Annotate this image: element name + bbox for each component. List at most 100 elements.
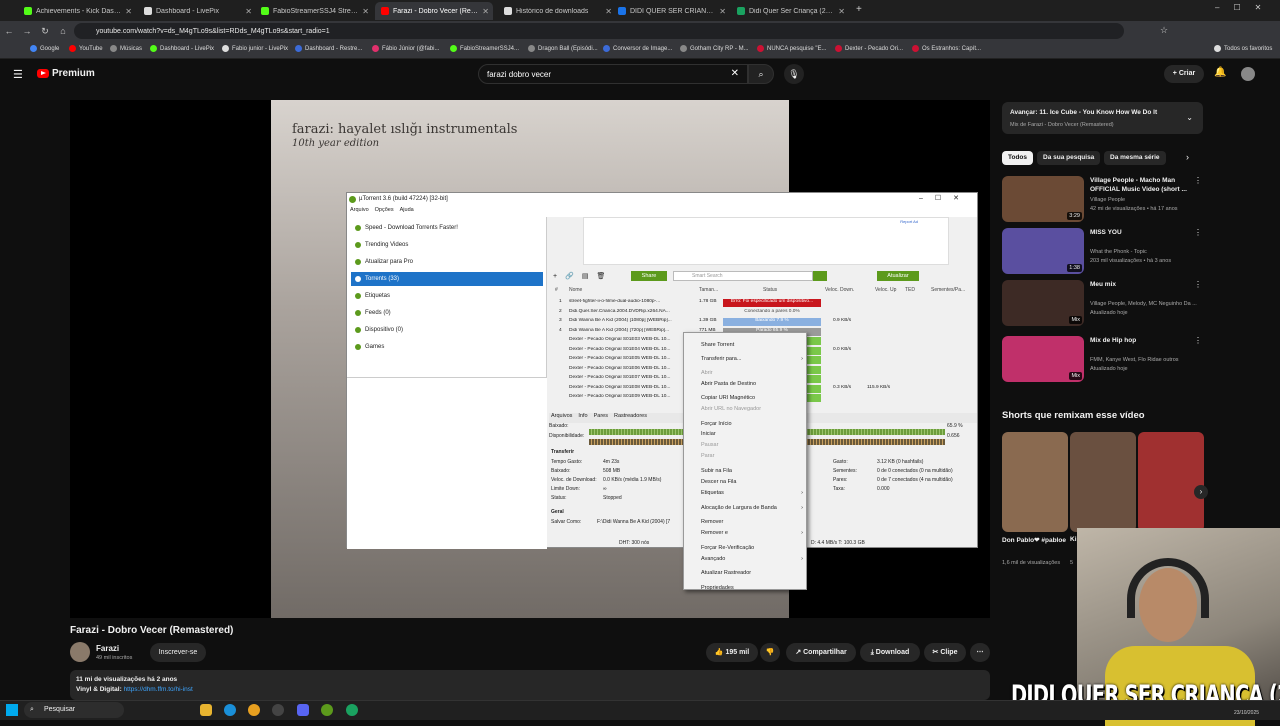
utorrent-nav-item[interactable]: Trending Videos [351,238,543,252]
description-box[interactable]: 11 mi de visualizações há 2 anos Vinyl &… [70,670,990,700]
clear-search-icon[interactable]: ✕ [731,68,739,79]
context-menu-item[interactable]: Etiquetas › [701,490,805,496]
bell-icon[interactable]: 🔔 [1214,67,1226,78]
window-controls[interactable]: –☐✕ [1215,3,1275,12]
close-tab-icon[interactable]: ✕ [125,7,132,16]
utorrent-nav-item[interactable]: Games [351,340,543,354]
bookmark-item[interactable]: Todos os favoritos [1214,45,1272,52]
context-menu-item[interactable]: Alocação de Largura de Banda › [701,505,805,511]
column-header[interactable]: Nome [569,287,582,293]
mic-icon[interactable]: 🎙 [784,64,804,84]
context-menu-item[interactable]: Abrir [701,370,805,376]
shorts-next-button[interactable]: › [1194,485,1208,499]
utorrent-menu-item[interactable]: Arquivo [350,207,369,217]
context-menu-item[interactable]: Remover [701,519,805,525]
chevron-right-icon[interactable]: › [1186,152,1189,162]
close-tab-icon[interactable]: ✕ [245,7,252,16]
chevron-down-icon[interactable]: ⌄ [1186,112,1193,124]
description-link[interactable]: https://dhm.ffm.to/hi-inst [124,686,193,693]
context-menu-item[interactable]: Remover e › [701,530,805,536]
more-actions-button[interactable]: ⋯ [970,643,990,662]
utorrent-nav-item[interactable]: Etiquetas [351,289,543,303]
utorrent-nav-item[interactable]: Feeds (0) [351,306,543,320]
context-menu-item[interactable]: Atualizar Rastreador [701,570,805,576]
browser-tab[interactable]: FabioStreamerSSJ4 Stream - W✕ [255,2,373,20]
url-input[interactable]: youtube.com/watch?v=ds_M4gTLo9s&list=RDd… [74,23,1124,39]
report-ad-link[interactable]: Report Ad [900,219,918,224]
context-menu-item[interactable]: Abrir URL no Navegador [701,406,805,412]
playlist-next-up[interactable]: Avançar: 11. Ice Cube - You Know How We … [1002,102,1203,134]
bookmark-item[interactable]: Fábio Júnior (@fabi... [372,45,439,52]
discord-icon[interactable] [297,704,309,716]
column-header[interactable]: TED [905,287,915,293]
column-header[interactable]: Status [763,287,777,293]
detail-tab[interactable]: Info [578,413,587,423]
utorrent-nav-item[interactable]: Dispositivo (0) [351,323,543,337]
search-input[interactable]: farazi dobro vecer ✕ [478,64,748,84]
more-options-icon[interactable]: ⋮ [1194,176,1202,185]
bookmark-item[interactable]: Conversor de Image... [603,45,672,52]
add-link-icon[interactable]: 🔗 [565,272,574,280]
utorrent-menu-item[interactable]: Opções [375,207,394,217]
context-menu-item[interactable]: Iniciar [701,431,805,437]
column-header[interactable]: Taman... [699,287,718,293]
chrome-icon[interactable] [248,704,260,716]
edge-icon[interactable] [224,704,236,716]
context-menu-item[interactable]: Forçar Re-Verificação [701,545,805,551]
bookmark-item[interactable]: Dragon Ball (Episódi... [528,45,598,52]
detail-tab[interactable]: Pares [594,413,608,423]
context-menu-item[interactable]: Transferir para... › [701,356,805,362]
bookmark-item[interactable]: Músicas [110,45,142,52]
back-icon[interactable]: ← [0,26,18,36]
more-options-icon[interactable]: ⋮ [1194,228,1202,237]
search-button[interactable]: ⌕ [748,64,774,84]
filter-chip[interactable]: Da mesma série [1104,151,1166,165]
reload-icon[interactable]: ↻ [36,26,54,37]
bookmark-item[interactable]: Dexter - Pecado Ori... [835,45,903,52]
windows-start-icon[interactable] [6,704,18,716]
utorrent-taskbar-icon[interactable] [321,704,333,716]
create-button[interactable]: + Criar [1164,65,1204,83]
menu-icon[interactable]: ☰ [13,68,23,81]
short-thumbnail[interactable] [1070,432,1136,532]
video-thumbnail[interactable]: Mix [1002,336,1084,382]
more-options-icon[interactable]: ⋮ [1194,336,1202,345]
context-menu-item[interactable]: Pausar [701,442,805,448]
channel-name[interactable]: Farazi [96,644,119,653]
browser-tab[interactable]: DIDI QUER SER CRIANÇA Filme✕ [612,2,730,20]
bookmark-item[interactable]: Os Estranhos: Capít... [912,45,981,52]
new-tab-button[interactable]: + [856,4,862,15]
chrome-icon-2[interactable] [346,704,358,716]
utorrent-nav-item[interactable]: Atualizar para Pro [351,255,543,269]
obs-icon[interactable] [272,704,284,716]
smart-search-input[interactable]: Smart Search [673,271,813,281]
bookmark-item[interactable]: FabioStreamerSSJ4... [450,45,519,52]
column-header[interactable]: Veloc. Down. [825,287,854,293]
context-menu-item[interactable]: Descer na Fila [701,479,805,485]
column-header[interactable]: # [555,287,558,293]
bookmark-item[interactable]: Fabio junior - LivePix [222,45,288,52]
browser-tab[interactable]: Farazi - Dobro Vecer (Rem... ✕ [375,2,493,20]
bookmark-item[interactable]: Gotham City RP - M... [680,45,749,52]
youtube-logo[interactable]: Premium [37,68,95,79]
avatar[interactable] [1241,67,1255,81]
subscribe-button[interactable]: Inscrever-se [150,643,206,662]
detail-tab[interactable]: Arquivos [551,413,572,423]
more-options-icon[interactable]: ⋮ [1194,280,1202,289]
context-menu-item[interactable]: Abrir Pasta de Destino [701,381,805,387]
short-thumbnail[interactable] [1138,432,1204,532]
like-button[interactable]: 👍 195 mil [706,643,758,662]
close-tab-icon[interactable]: ✕ [719,7,726,16]
home-icon[interactable]: ⌂ [54,26,72,36]
bookmark-item[interactable]: Google [30,45,59,52]
context-menu-item[interactable]: Copiar URI Magnético [701,395,805,401]
bookmark-item[interactable]: YouTube [69,45,103,52]
context-menu-item[interactable]: Avançado › [701,556,805,562]
video-thumbnail[interactable]: Mix [1002,280,1084,326]
download-button[interactable]: ⤓ Download [860,643,920,662]
close-tab-icon[interactable]: ✕ [838,7,845,16]
filter-chip[interactable]: Todos [1002,151,1034,165]
recommendation-item[interactable]: 3:29 Village People - Macho Man OFFICIAL … [1002,176,1202,228]
bookmark-item[interactable]: Dashboard - LivePix [150,45,214,52]
detail-tab[interactable]: Rastreadores [614,413,647,423]
